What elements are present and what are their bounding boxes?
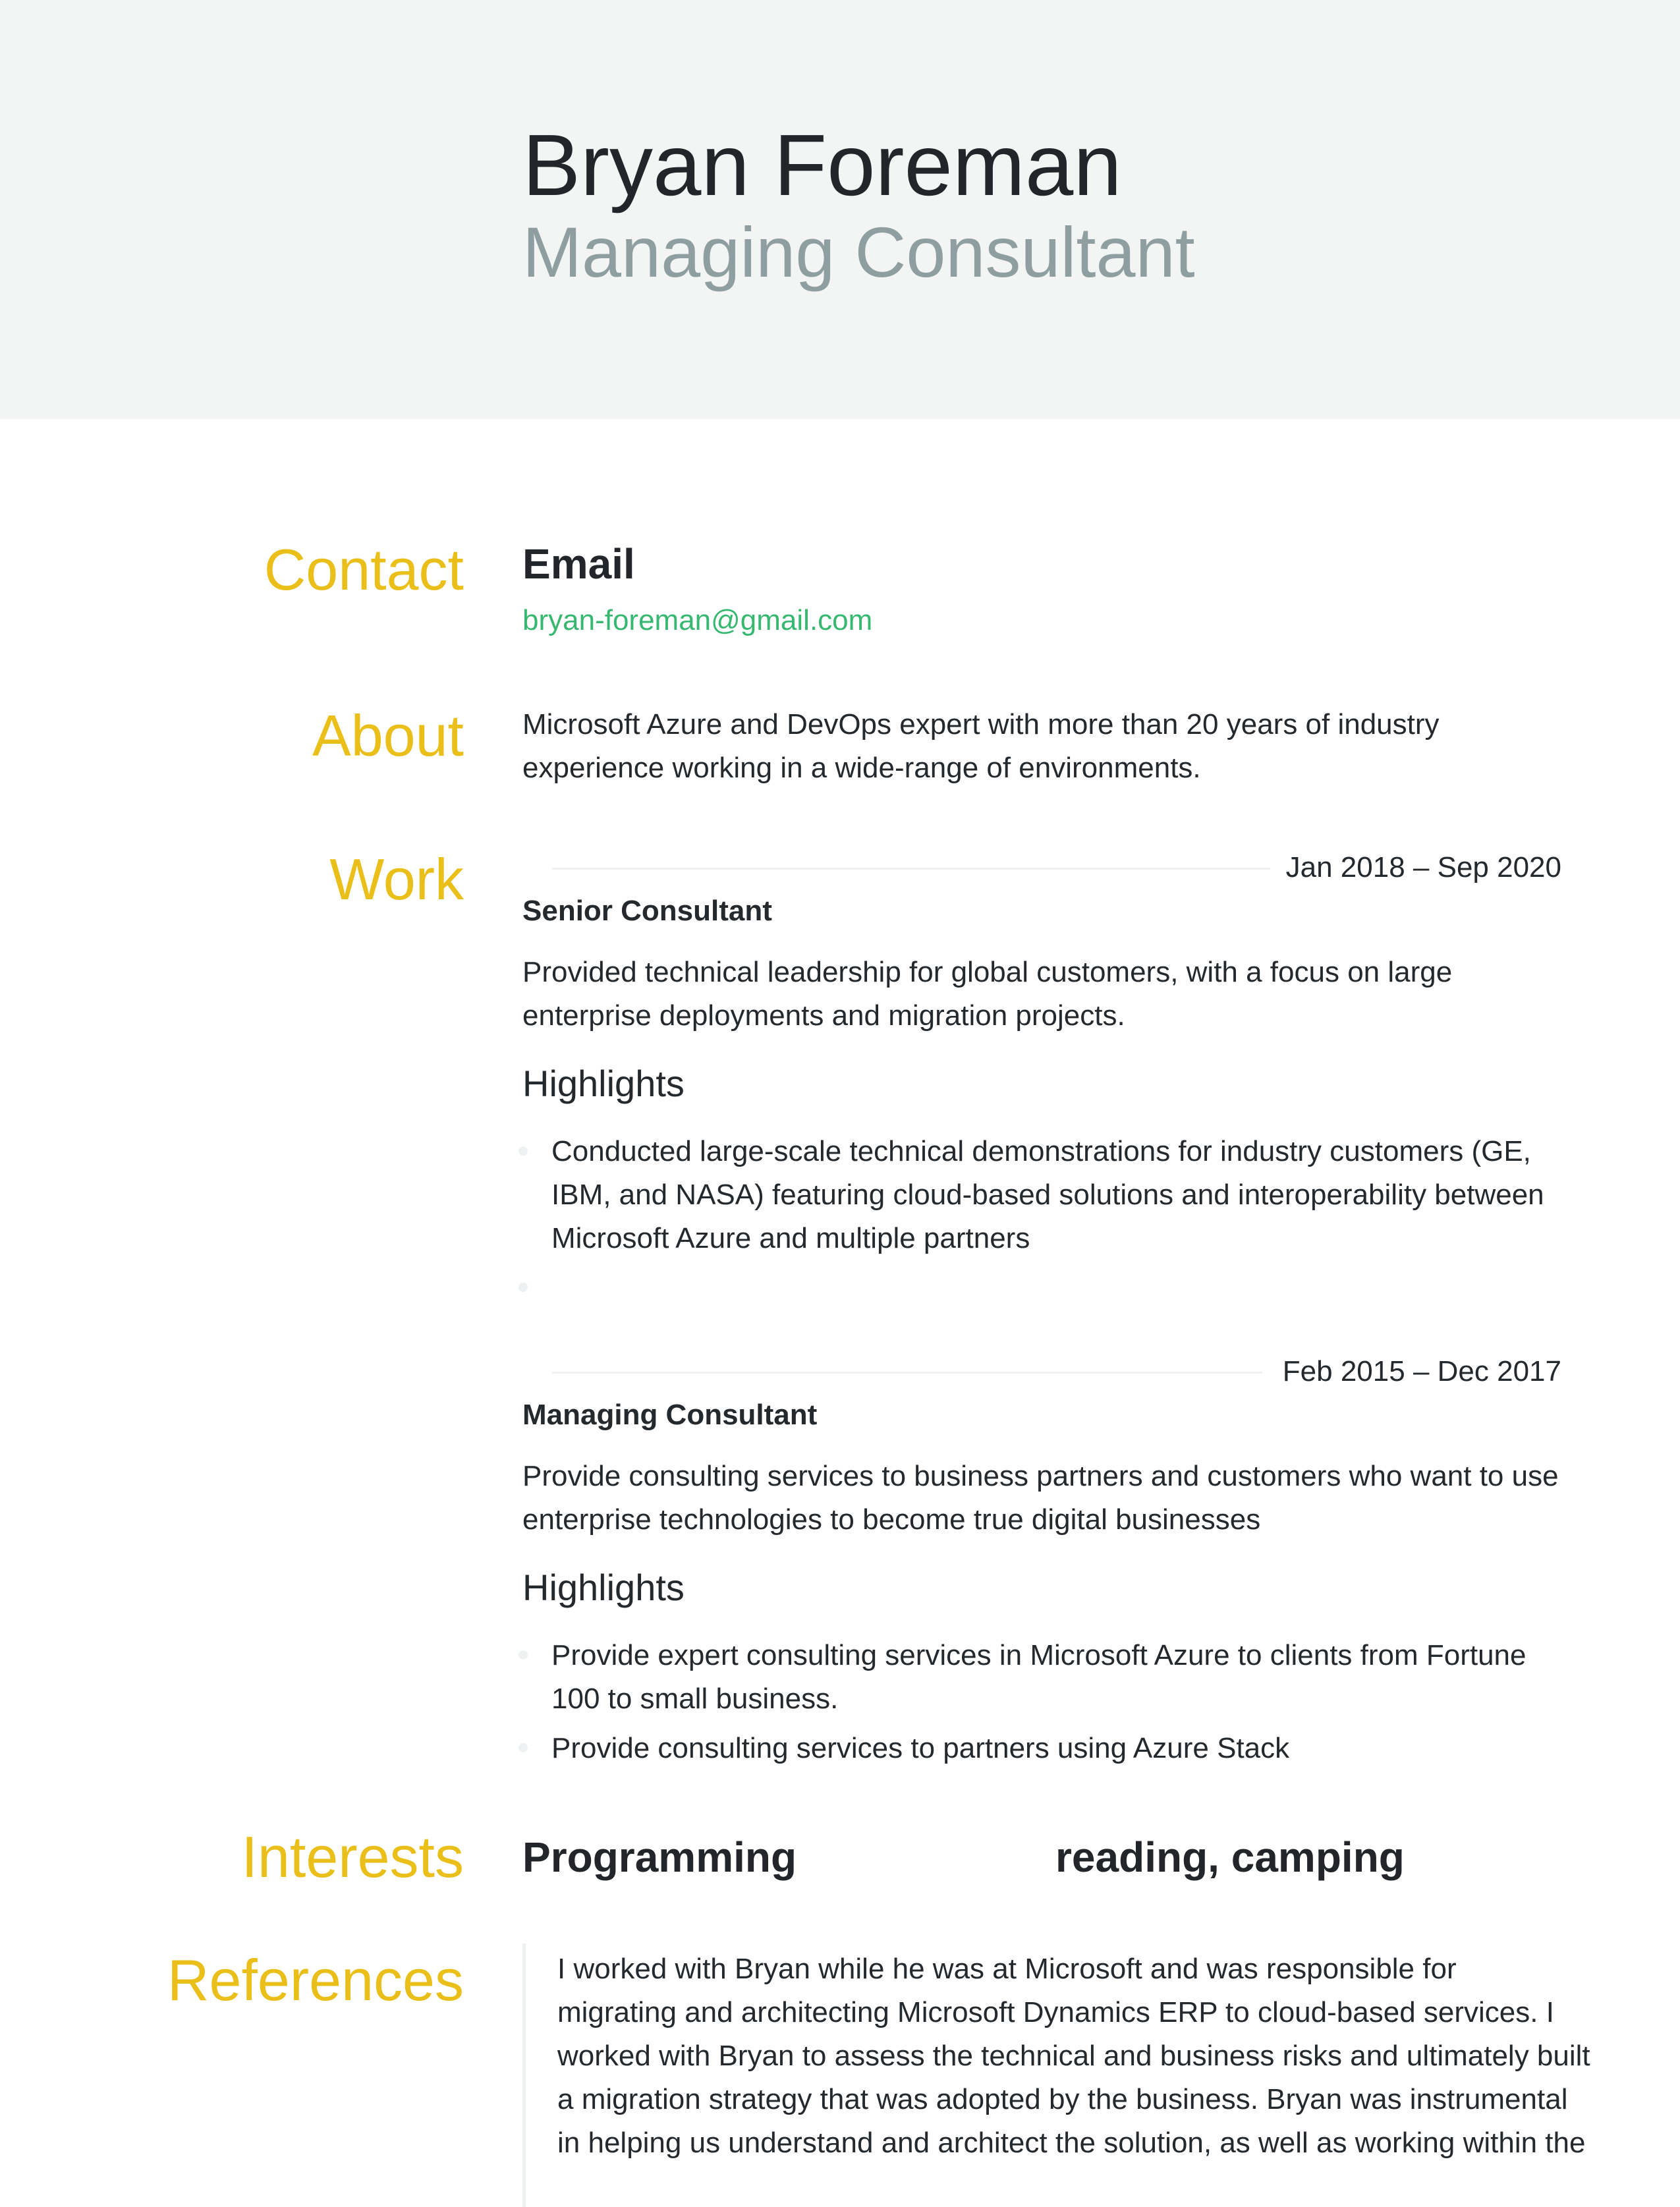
candidate-title: Managing Consultant: [522, 212, 1195, 292]
highlights-heading: Highlights: [522, 1063, 685, 1104]
job-summary-line: Provided technical leadership for global…: [522, 956, 1453, 988]
job-date: Feb 2015 – Dec 2017: [1282, 1355, 1561, 1387]
bullet-dot: [518, 1283, 528, 1292]
highlights-heading: Highlights: [522, 1567, 685, 1608]
about-line-2: experience working in a wide-range of en…: [522, 752, 1201, 784]
highlight-line: Provide expert consulting services in Mi…: [551, 1639, 1526, 1671]
email-heading: Email: [522, 540, 635, 588]
highlight-line: Microsoft Azure and multiple partners: [551, 1222, 1030, 1254]
interest-item: Programming: [522, 1833, 797, 1881]
about-line-1: Microsoft Azure and DevOps expert with m…: [522, 708, 1440, 740]
highlight-line: Provide consulting services to partners …: [551, 1732, 1290, 1764]
section-label-contact: Contact: [264, 537, 464, 602]
candidate-name: Bryan Foreman: [522, 117, 1122, 213]
job-summary-line: enterprise technologies to become true d…: [522, 1503, 1261, 1536]
section-label-about: About: [312, 703, 464, 768]
interest-item: reading, camping: [1055, 1833, 1405, 1881]
job-date: Jan 2018 – Sep 2020: [1285, 851, 1561, 883]
bullet-dot: [518, 1146, 528, 1156]
reference-quote: I worked with Bryan while he was at Micr…: [557, 1947, 1590, 2165]
job-position: Senior Consultant: [522, 895, 772, 927]
bullet-dot: [518, 1650, 528, 1660]
reference-line: I worked with Bryan while he was at Micr…: [557, 1953, 1457, 1985]
job-summary-line: enterprise deployments and migration pro…: [522, 999, 1125, 1032]
highlight-line: Conducted large-scale technical demonstr…: [551, 1135, 1531, 1167]
date-divider: [552, 868, 1270, 870]
highlight-line: IBM, and NASA) featuring cloud-based sol…: [551, 1179, 1544, 1211]
reference-line: migrating and architecting Microsoft Dyn…: [557, 1996, 1554, 2028]
resume-header: Bryan Foreman Managing Consultant: [0, 0, 1680, 419]
section-label-interests: Interests: [241, 1824, 464, 1889]
email-link[interactable]: bryan-foreman@gmail.com: [522, 603, 872, 638]
highlight-line: 100 to small business.: [551, 1683, 839, 1715]
section-label-work: Work: [329, 847, 464, 912]
date-divider: [552, 1372, 1262, 1374]
reference-line: worked with Bryan to assess the technica…: [557, 2040, 1590, 2072]
quote-border: [522, 1943, 526, 2207]
section-label-references: References: [167, 1947, 464, 2013]
job-summary-line: Provide consulting services to business …: [522, 1460, 1559, 1492]
bullet-dot: [518, 1743, 528, 1752]
reference-line: a migration strategy that was adopted by…: [557, 2083, 1568, 2115]
job-position: Managing Consultant: [522, 1399, 818, 1431]
reference-line: in helping us understand and architect t…: [557, 2127, 1586, 2159]
